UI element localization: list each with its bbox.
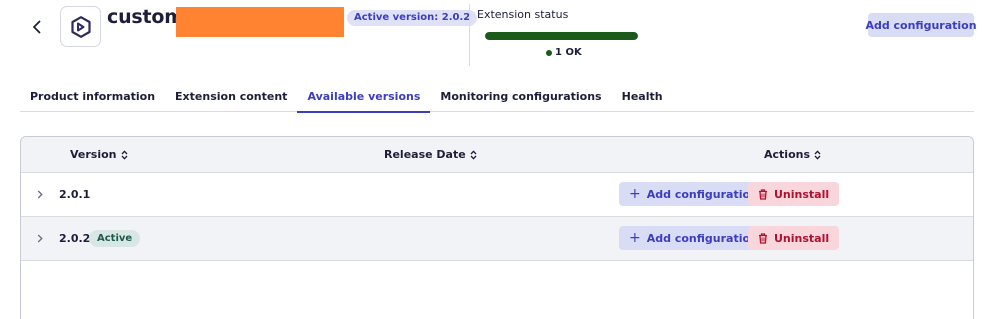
redacted-name-block xyxy=(176,7,344,37)
add-configuration-button[interactable]: Add configuration xyxy=(865,13,977,37)
back-button[interactable] xyxy=(26,16,48,38)
column-header-actions[interactable]: Actions xyxy=(764,148,821,161)
chevron-left-icon xyxy=(33,20,41,34)
header-divider xyxy=(469,4,470,66)
extension-logo xyxy=(60,6,101,47)
row-add-configuration-button[interactable]: + Add configuration xyxy=(619,226,768,250)
add-configuration-label: Add configuration xyxy=(865,18,977,32)
ok-dot-icon xyxy=(546,49,552,56)
table-header: Version Release Date Actions xyxy=(21,137,973,173)
version-number: 2.0.1 xyxy=(59,188,91,201)
active-version-badge: Active version: 2.0.2 xyxy=(347,10,478,26)
tab-extension-content[interactable]: Extension content xyxy=(165,84,297,112)
tab-health[interactable]: Health xyxy=(612,84,673,112)
trash-icon xyxy=(759,232,767,244)
tab-bar: Product information Extension content Avai… xyxy=(20,84,974,113)
table-row: 2.0.2 Active + Add configuration Uninsta… xyxy=(21,217,973,261)
sort-icon xyxy=(814,149,821,160)
trash-icon xyxy=(759,188,767,200)
expand-row-button[interactable] xyxy=(34,231,46,245)
sort-icon xyxy=(121,149,127,160)
active-status-badge: Active xyxy=(89,230,141,247)
table-row: 2.0.1 + Add configuration Uninstall xyxy=(21,173,973,217)
status-ok-count: 1 OK xyxy=(546,47,582,58)
extension-status-bar xyxy=(485,32,638,40)
extension-status-title: Extension status xyxy=(477,8,569,21)
row-add-configuration-button[interactable]: + Add configuration xyxy=(619,182,768,206)
plus-icon: + xyxy=(629,186,641,202)
uninstall-button[interactable]: Uninstall xyxy=(748,226,840,250)
uninstall-button[interactable]: Uninstall xyxy=(748,182,840,206)
chevron-right-icon xyxy=(37,234,43,242)
extension-status-fill xyxy=(485,32,638,40)
plus-icon: + xyxy=(629,230,641,246)
extension-logo-icon xyxy=(70,15,91,38)
column-header-release-date[interactable]: Release Date xyxy=(384,148,477,161)
expand-row-button[interactable] xyxy=(34,187,46,201)
version-number: 2.0.2 xyxy=(59,232,91,245)
column-header-version[interactable]: Version xyxy=(70,148,128,161)
chevron-right-icon xyxy=(37,190,43,198)
versions-table: Version Release Date Actions 2.0.1 + Add… xyxy=(20,136,974,319)
status-ok-label: 1 OK xyxy=(555,47,582,58)
tab-monitoring-configurations[interactable]: Monitoring configurations xyxy=(430,84,611,112)
tab-available-versions[interactable]: Available versions xyxy=(297,84,431,113)
sort-icon xyxy=(470,149,477,160)
tab-product-information[interactable]: Product information xyxy=(20,84,165,112)
